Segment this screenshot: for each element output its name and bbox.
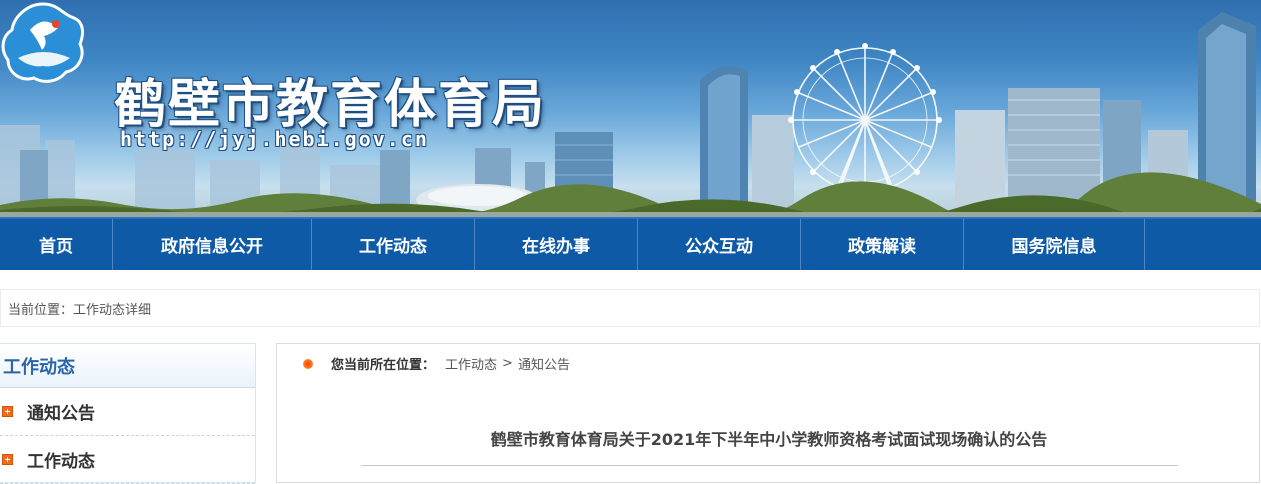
- sidebar-item-label: 工作动态: [27, 452, 95, 472]
- site-url: http://jyj.hebi.gov.cn: [120, 127, 429, 151]
- sidebar: 工作动态 通知公告 工作动态: [0, 343, 256, 484]
- breadcrumb-link-work-news[interactable]: 工作动态: [445, 354, 497, 373]
- site-title: 鹤壁市教育体育局: [114, 74, 547, 135]
- nav-item-work-news[interactable]: 工作动态: [312, 219, 475, 270]
- nav-item-gov-info[interactable]: 政府信息公开: [113, 219, 312, 270]
- sidebar-item-work-news[interactable]: 工作动态: [0, 436, 255, 484]
- header-banner: 鹤壁市教育体育局 http://jyj.hebi.gov.cn: [0, 0, 1261, 217]
- main-content: 您当前所在位置： 工作动态 > 通知公告 鹤壁市教育体育局关于2021年下半年中…: [276, 343, 1260, 483]
- breadcrumb-link-notices[interactable]: 通知公告: [518, 354, 570, 373]
- article-title: 鹤壁市教育体育局关于2021年下半年中小学教师资格考试面试现场确认的公告: [490, 430, 1048, 449]
- breadcrumb-separator: >: [502, 356, 513, 371]
- nav-item-state-council[interactable]: 国务院信息: [964, 219, 1145, 270]
- nav-item-online-service[interactable]: 在线办事: [475, 219, 638, 270]
- plus-square-icon: [2, 454, 13, 465]
- sidebar-title: 工作动态: [0, 344, 255, 388]
- nav-item-public-interaction[interactable]: 公众互动: [638, 219, 801, 270]
- crane-logo-icon: [1, 2, 84, 83]
- title-divider: [361, 465, 1178, 466]
- sidebar-item-notices[interactable]: 通知公告: [0, 388, 255, 436]
- plus-square-icon: [2, 406, 13, 417]
- sidebar-item-label: 通知公告: [27, 404, 95, 424]
- nav-item-home[interactable]: 首页: [0, 219, 113, 270]
- location-bar: 当前位置：工作动态详细: [0, 289, 1260, 327]
- nav-item-policy[interactable]: 政策解读: [801, 219, 964, 270]
- bullet-dot-icon: [303, 358, 313, 369]
- breadcrumb: 您当前所在位置： 工作动态 > 通知公告: [303, 354, 570, 373]
- main-nav: 首页 政府信息公开 工作动态 在线办事 公众互动 政策解读 国务院信息: [0, 217, 1261, 270]
- breadcrumb-label: 您当前所在位置：: [331, 358, 436, 373]
- location-text: 当前位置：工作动态详细: [8, 302, 152, 318]
